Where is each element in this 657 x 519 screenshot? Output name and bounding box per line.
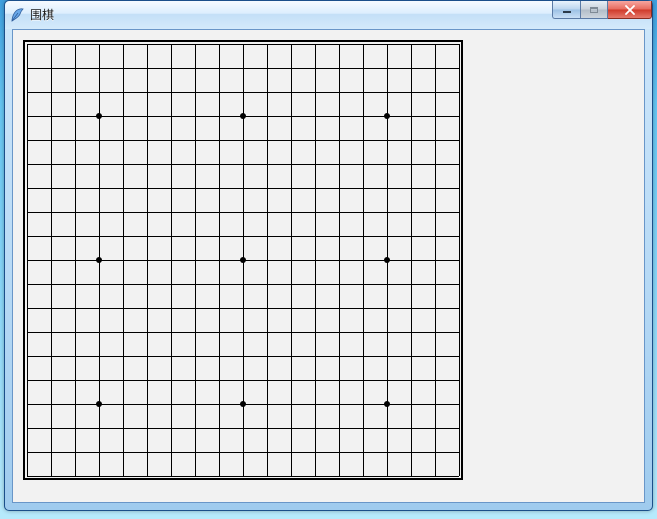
grid-line-h	[27, 308, 459, 309]
grid-line-v	[339, 44, 340, 476]
feather-icon	[9, 7, 25, 23]
close-icon	[624, 5, 636, 15]
grid-line-h	[27, 284, 459, 285]
minimize-icon	[563, 11, 571, 13]
star-point	[240, 401, 246, 407]
grid-line-v	[363, 44, 364, 476]
grid-line-v	[291, 44, 292, 476]
client-area	[12, 29, 645, 503]
star-point	[384, 113, 390, 119]
maximize-button[interactable]	[580, 1, 608, 19]
maximize-icon	[590, 7, 598, 13]
board-grid	[27, 44, 459, 476]
title-bar[interactable]: 围棋	[5, 1, 652, 29]
minimize-button[interactable]	[552, 1, 580, 19]
grid-line-h	[27, 452, 459, 453]
window-title: 围棋	[30, 7, 54, 23]
window-controls	[552, 1, 652, 19]
close-button[interactable]	[608, 1, 652, 19]
grid-line-h	[27, 380, 459, 381]
star-point	[240, 257, 246, 263]
star-point	[96, 401, 102, 407]
grid-line-h	[27, 356, 459, 357]
grid-line-h	[27, 332, 459, 333]
star-point	[96, 113, 102, 119]
grid-line-v	[315, 44, 316, 476]
app-window: 围棋	[4, 0, 653, 511]
star-point	[96, 257, 102, 263]
grid-line-v	[459, 44, 460, 476]
go-board[interactable]	[23, 40, 463, 480]
grid-line-v	[435, 44, 436, 476]
grid-line-v	[411, 44, 412, 476]
grid-line-h	[27, 428, 459, 429]
board-container	[23, 40, 463, 480]
grid-line-v	[267, 44, 268, 476]
grid-line-h	[27, 476, 459, 477]
star-point	[240, 113, 246, 119]
star-point	[384, 401, 390, 407]
star-point	[384, 257, 390, 263]
